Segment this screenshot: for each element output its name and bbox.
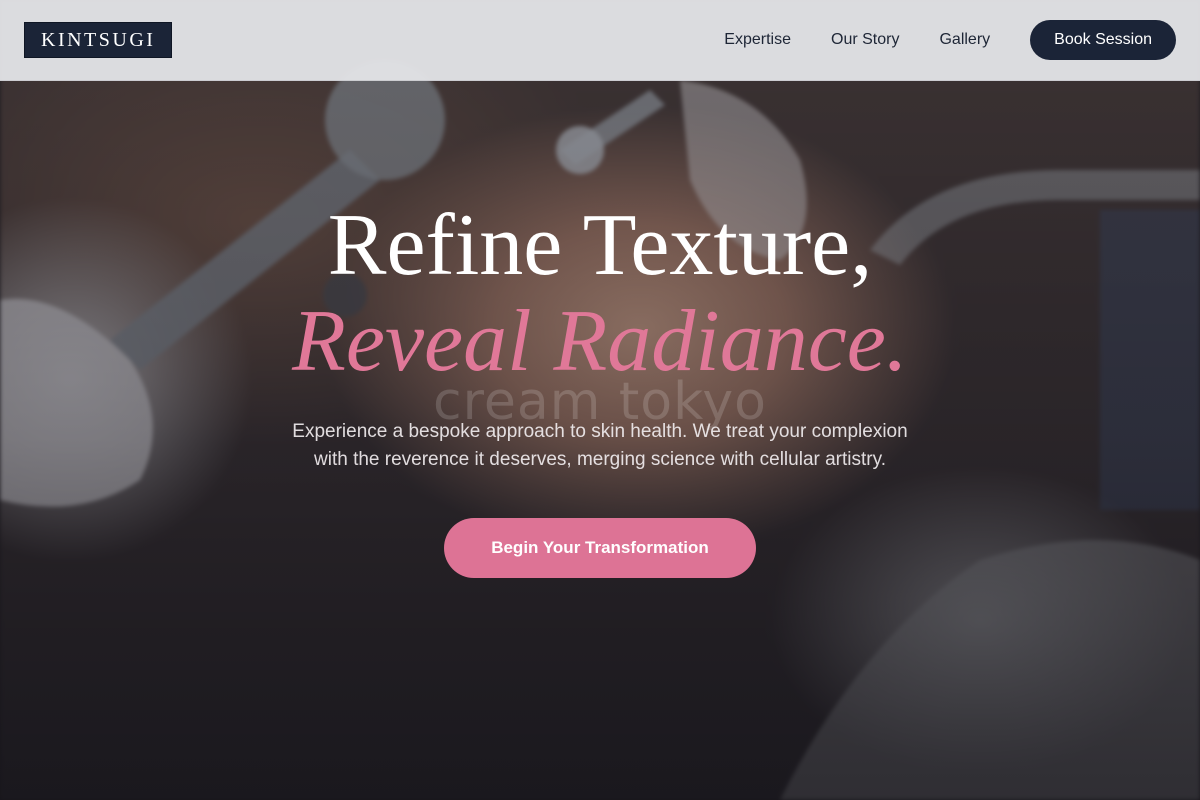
main-nav: Expertise Our Story Gallery Book Session (724, 20, 1176, 60)
book-session-button[interactable]: Book Session (1030, 20, 1176, 60)
hero-headline-line-1: Refine Texture, (327, 197, 873, 294)
nav-link-our-story[interactable]: Our Story (831, 31, 899, 49)
hero-section: Refine Texture, Reveal Radiance. Experie… (0, 198, 1200, 578)
brand-logo[interactable]: KINTSUGI (24, 22, 173, 58)
begin-transformation-button[interactable]: Begin Your Transformation (444, 518, 756, 578)
nav-link-gallery[interactable]: Gallery (939, 31, 990, 49)
site-header: KINTSUGI Expertise Our Story Gallery Boo… (0, 0, 1200, 81)
hero-description: Experience a bespoke approach to skin he… (292, 421, 908, 470)
page: cream tokyo KINTSUGI Expertise Our Story… (0, 0, 1200, 800)
nav-link-expertise[interactable]: Expertise (724, 31, 791, 49)
hero-headline-line-2: Reveal Radiance. (292, 293, 908, 390)
